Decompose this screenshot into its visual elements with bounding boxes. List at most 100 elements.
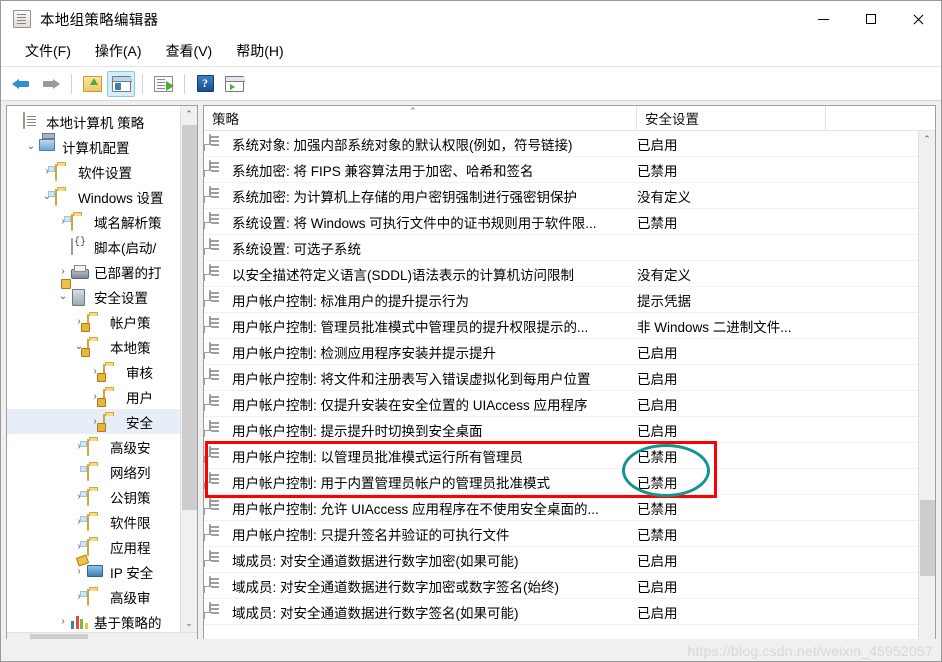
menu-file[interactable]: 文件(F): [13, 38, 83, 65]
table-row[interactable]: 系统设置: 可选子系统: [204, 235, 918, 261]
tree-item-label: 应用程: [110, 537, 151, 557]
table-row[interactable]: 用户帐户控制: 提示提升时切换到安全桌面已启用: [204, 417, 918, 443]
table-row[interactable]: 用户帐户控制: 仅提升安装在安全位置的 UIAccess 应用程序已启用: [204, 391, 918, 417]
list-vertical-scrollbar[interactable]: ⌃ ⌄: [918, 131, 935, 649]
table-row[interactable]: 域成员: 对安全通道数据进行数字加密或数字签名(始终)已启用: [204, 573, 918, 599]
table-row[interactable]: 用户帐户控制: 检测应用程序安装并提示提升已启用: [204, 339, 918, 365]
up-one-level-button[interactable]: [78, 71, 106, 97]
maximize-button[interactable]: [847, 1, 894, 37]
table-row[interactable]: 用户帐户控制: 用于内置管理员帐户的管理员批准模式已禁用: [204, 469, 918, 495]
table-row[interactable]: 用户帐户控制: 将文件和注册表写入错误虚拟化到每用户位置已启用: [204, 365, 918, 391]
list-scroll-up-button[interactable]: ⌃: [919, 131, 936, 148]
show-action-pane-button[interactable]: [220, 71, 248, 97]
folder-lock-icon: [103, 363, 121, 380]
help-icon: ?: [197, 75, 214, 92]
minimize-icon: [818, 19, 829, 20]
tree-item[interactable]: ›IP 安全: [7, 559, 180, 584]
list-scroll-track[interactable]: [919, 148, 936, 632]
table-row[interactable]: 用户帐户控制: 标准用户的提升提示行为提示凭据: [204, 287, 918, 313]
tree-item[interactable]: ›公钥策: [7, 484, 180, 509]
policy-name-cell: 用户帐户控制: 标准用户的提升提示行为: [232, 290, 637, 310]
tree-vertical-scrollbar[interactable]: ⌃ ⌄: [180, 106, 197, 632]
chevron-right-icon[interactable]: ›: [71, 566, 87, 577]
security-setting-cell: 已启用: [637, 368, 918, 388]
watermark-text: https://blog.csdn.net/weixin_45952057: [687, 643, 933, 659]
tree-item[interactable]: ⌄计算机配置: [7, 134, 180, 159]
tree-item[interactable]: ›审核: [7, 359, 180, 384]
tree-item[interactable]: ›帐户策: [7, 309, 180, 334]
tree-item[interactable]: 网络列: [7, 459, 180, 484]
tree-item[interactable]: ›高级审: [7, 584, 180, 609]
chevron-down-icon[interactable]: ⌄: [23, 141, 39, 152]
policy-name-cell: 用户帐户控制: 检测应用程序安装并提示提升: [232, 342, 637, 362]
console-tree[interactable]: 本地计算机 策略⌄计算机配置›软件设置⌄Windows 设置›域名解析策脚本(启…: [7, 106, 180, 632]
chevron-right-icon[interactable]: ›: [55, 616, 71, 627]
table-row[interactable]: 用户帐户控制: 以管理员批准模式运行所有管理员已禁用: [204, 443, 918, 469]
chevron-right-icon[interactable]: ›: [55, 266, 71, 277]
list-header: 策略 ⌃ 安全设置: [204, 106, 935, 131]
tree-item[interactable]: 脚本(启动/: [7, 234, 180, 259]
tree-item[interactable]: ›基于策略的: [7, 609, 180, 632]
policy-setting-icon: [209, 291, 226, 308]
forward-button[interactable]: [36, 71, 64, 97]
title-bar: 本地组策略编辑器: [1, 1, 941, 37]
tree-item-label: 安全: [126, 412, 153, 432]
table-row[interactable]: 域成员: 对安全通道数据进行数字签名(如果可能)已启用: [204, 599, 918, 625]
table-row[interactable]: 域成员: 对安全通道数据进行数字加密(如果可能)已启用: [204, 547, 918, 573]
tree-scroll-down-button[interactable]: ⌄: [181, 615, 198, 632]
chevron-down-icon[interactable]: ⌄: [55, 291, 71, 302]
table-row[interactable]: 以安全描述符定义语言(SDDL)语法表示的计算机访问限制没有定义: [204, 261, 918, 287]
tree-item-label: 本地计算机 策略: [46, 112, 144, 132]
tree-item[interactable]: ›域名解析策: [7, 209, 180, 234]
tree-item[interactable]: ›高级安: [7, 434, 180, 459]
column-header-policy[interactable]: 策略 ⌃: [204, 106, 637, 130]
policy-setting-icon: [209, 577, 226, 594]
tree-item[interactable]: ›软件设置: [7, 159, 180, 184]
tree-item[interactable]: ⌄Windows 设置: [7, 184, 180, 209]
table-row[interactable]: 系统设置: 将 Windows 可执行文件中的证书规则用于软件限...已禁用: [204, 209, 918, 235]
tree-scroll-track[interactable]: [181, 123, 198, 615]
policy-list[interactable]: 系统对象: 加强内部系统对象的默认权限(例如，符号链接)已启用系统加密: 将 F…: [204, 131, 918, 649]
table-row[interactable]: 用户帐户控制: 只提升签名并验证的可执行文件已禁用: [204, 521, 918, 547]
minimize-button[interactable]: [800, 1, 847, 37]
tree-scroll-up-button[interactable]: ⌃: [181, 106, 198, 123]
security-setting-cell: 已禁用: [637, 472, 918, 492]
policy-setting-icon: [209, 343, 226, 360]
list-scroll-thumb[interactable]: [920, 500, 935, 576]
policy-name-cell: 用户帐户控制: 允许 UIAccess 应用程序在不使用安全桌面的...: [232, 498, 637, 518]
folder-icon: [87, 538, 105, 555]
table-row[interactable]: 用户帐户控制: 管理员批准模式中管理员的提升权限提示的...非 Windows …: [204, 313, 918, 339]
tree-item[interactable]: ›软件限: [7, 509, 180, 534]
folder-icon: [71, 213, 89, 230]
export-list-button[interactable]: [149, 71, 177, 97]
policy-name-cell: 以安全描述符定义语言(SDDL)语法表示的计算机访问限制: [232, 264, 637, 284]
tree-item[interactable]: ›应用程: [7, 534, 180, 559]
table-row[interactable]: 系统加密: 将 FIPS 兼容算法用于加密、哈希和签名已禁用: [204, 157, 918, 183]
show-hide-tree-button[interactable]: [107, 71, 135, 97]
policy-name-cell: 系统设置: 可选子系统: [232, 238, 637, 258]
tree-item-label: 用户: [126, 387, 153, 407]
tree-item-label: 帐户策: [110, 312, 151, 332]
folder-icon: [87, 438, 105, 455]
column-header-security-setting[interactable]: 安全设置: [637, 106, 826, 130]
close-button[interactable]: [894, 1, 941, 37]
table-row[interactable]: 系统对象: 加强内部系统对象的默认权限(例如，符号链接)已启用: [204, 131, 918, 157]
menu-help[interactable]: 帮助(H): [224, 38, 295, 65]
tree-scroll-thumb[interactable]: [182, 125, 197, 510]
menu-action[interactable]: 操作(A): [83, 38, 154, 65]
table-row[interactable]: 系统加密: 为计算机上存储的用户密钥强制进行强密钥保护没有定义: [204, 183, 918, 209]
security-setting-cell: 没有定义: [637, 264, 918, 284]
tree-item[interactable]: ⌄安全设置: [7, 284, 180, 309]
folder-icon: [87, 463, 105, 480]
tree-item[interactable]: ›安全: [7, 409, 180, 434]
column-header-extra[interactable]: [826, 106, 935, 130]
back-button[interactable]: [7, 71, 35, 97]
tree-item[interactable]: ›用户: [7, 384, 180, 409]
tree-item[interactable]: 本地计算机 策略: [7, 109, 180, 134]
menu-view[interactable]: 查看(V): [154, 38, 225, 65]
help-button[interactable]: ?: [191, 71, 219, 97]
tree-item[interactable]: ⌄本地策: [7, 334, 180, 359]
policy-setting-icon: [209, 369, 226, 386]
tree-item[interactable]: ›已部署的打: [7, 259, 180, 284]
table-row[interactable]: 用户帐户控制: 允许 UIAccess 应用程序在不使用安全桌面的...已禁用: [204, 495, 918, 521]
